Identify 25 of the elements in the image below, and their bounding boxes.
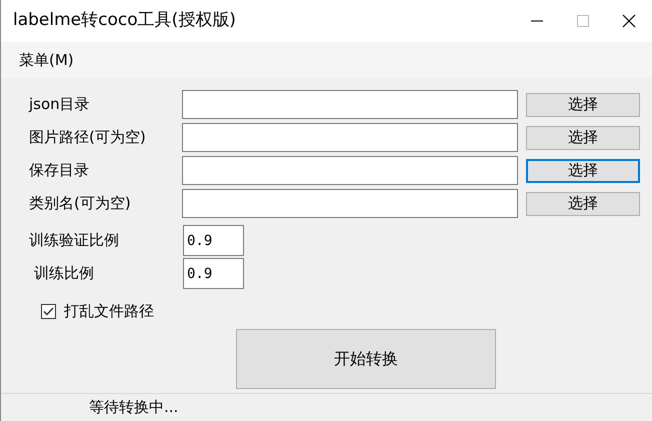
- field-label: 训练验证比例: [29, 230, 120, 252]
- close-icon: [621, 13, 637, 29]
- path-field[interactable]: [182, 189, 518, 218]
- field-label: 保存目录: [29, 160, 90, 182]
- path-field[interactable]: [182, 123, 518, 152]
- path-field[interactable]: [182, 90, 518, 119]
- browse-button[interactable]: 选择: [526, 92, 640, 116]
- minimize-icon: [531, 20, 543, 22]
- checkbox[interactable]: [41, 304, 56, 319]
- browse-button[interactable]: 选择: [526, 192, 640, 216]
- checkbox-label: 打乱文件路径: [64, 301, 154, 322]
- field-label: 训练比例: [33, 263, 95, 284]
- field-label: 图片路径(可为空): [29, 127, 147, 148]
- window-title: labelme转coco工具(授权版): [13, 9, 237, 32]
- browse-button[interactable]: 选择: [526, 158, 640, 182]
- browse-button[interactable]: 选择: [526, 126, 640, 150]
- field-label: 类别名(可为空): [29, 193, 132, 214]
- status-text: 等待转换中...: [89, 397, 178, 418]
- ratio-field[interactable]: 0.9: [183, 225, 244, 256]
- ratio-field[interactable]: 0.9: [183, 258, 244, 289]
- menu-item[interactable]: 菜单(M): [19, 48, 74, 72]
- path-field[interactable]: [182, 156, 518, 185]
- start-button[interactable]: 开始转换: [236, 328, 496, 388]
- maximize-icon: [576, 14, 590, 28]
- field-label: json目录: [29, 94, 91, 116]
